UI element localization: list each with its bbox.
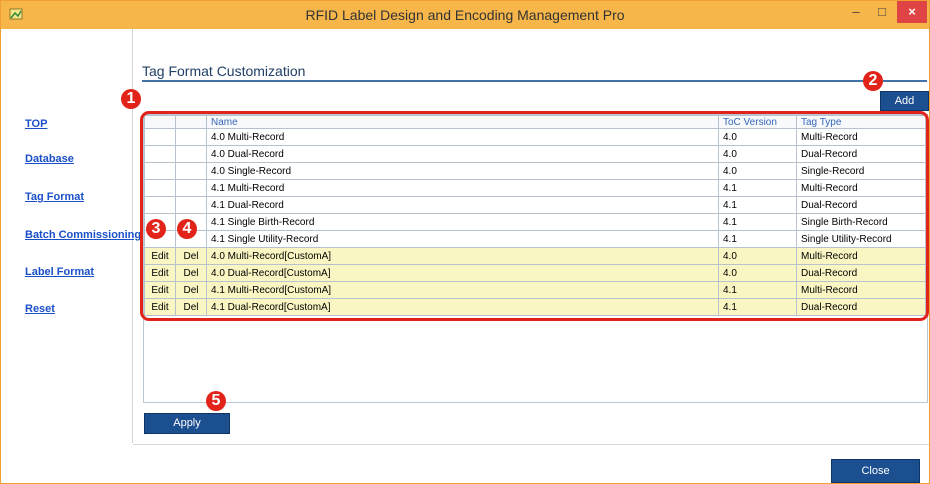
- title-bar: RFID Label Design and Encoding Managemen…: [1, 1, 929, 29]
- sidebar-item-top[interactable]: TOP: [25, 118, 47, 130]
- annotation-marker-1: 1: [121, 89, 141, 109]
- close-button[interactable]: Close: [831, 459, 920, 483]
- annotation-marker-5: 5: [206, 391, 226, 411]
- sidebar-item-label-format[interactable]: Label Format: [25, 266, 94, 278]
- title-divider: [142, 80, 927, 82]
- window-title: RFID Label Design and Encoding Managemen…: [305, 7, 625, 23]
- sidebar-item-batch-commissioning[interactable]: Batch Commissioning: [25, 229, 141, 241]
- window-close-button[interactable]: ×: [897, 1, 927, 23]
- annotation-marker-2: 2: [863, 71, 883, 91]
- annotation-marker-3: 3: [146, 219, 166, 239]
- apply-button[interactable]: Apply: [144, 413, 230, 434]
- minimize-button[interactable]: –: [843, 1, 869, 23]
- sidebar-item-reset[interactable]: Reset: [25, 303, 55, 315]
- annotation-highlight-box: [140, 111, 929, 321]
- app-window: RFID Label Design and Encoding Managemen…: [0, 0, 930, 484]
- footer-divider: [133, 444, 929, 445]
- add-button[interactable]: Add: [880, 91, 929, 111]
- page-title: Tag Format Customization: [142, 63, 306, 79]
- sidebar-item-tag-format[interactable]: Tag Format: [25, 191, 84, 203]
- annotation-marker-4: 4: [177, 219, 197, 239]
- sidebar-item-database[interactable]: Database: [25, 153, 74, 165]
- maximize-button[interactable]: □: [869, 1, 895, 23]
